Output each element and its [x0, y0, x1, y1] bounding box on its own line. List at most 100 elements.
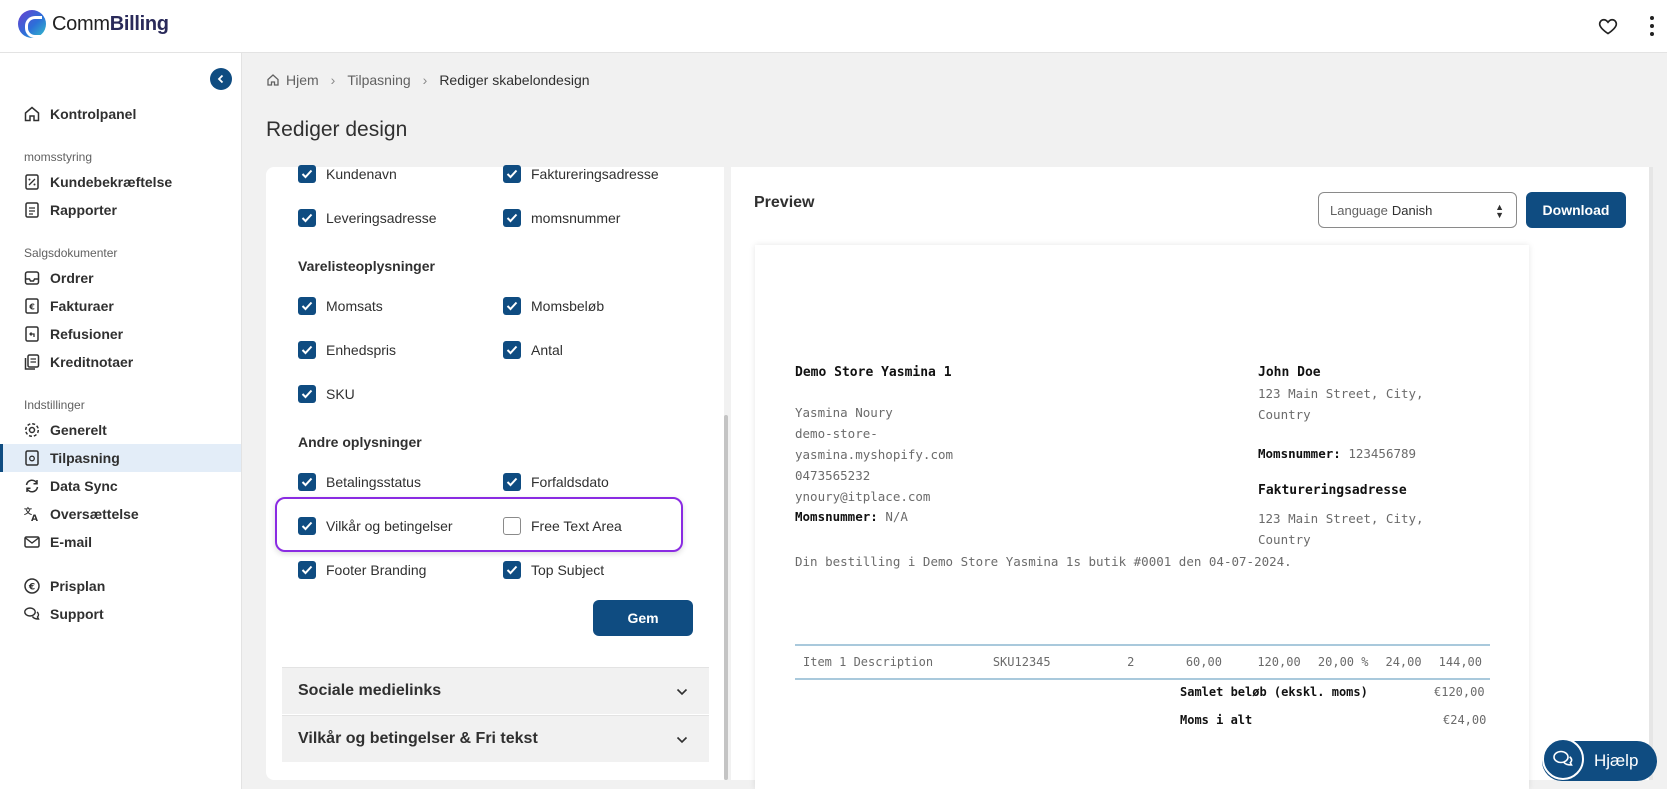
checkbox-quantity[interactable]: Antal [503, 341, 563, 359]
home-icon [23, 105, 41, 123]
checkbox-top-subject[interactable]: Top Subject [503, 561, 604, 579]
app-logo[interactable]: CommBilling [18, 10, 169, 38]
breadcrumb-current: Rediger skabelondesign [439, 72, 590, 88]
sidebar-item-translate[interactable]: 文A Oversættelse [0, 500, 241, 528]
sidebar-item-pricing[interactable]: € Prisplan [0, 572, 241, 600]
save-button[interactable]: Gem [593, 600, 693, 636]
checkbox-checked-icon [503, 561, 521, 579]
sidebar-item-label: Prisplan [50, 578, 106, 594]
gear-icon [23, 421, 41, 439]
customer-address-line1: 123 Main Street, City, [1258, 386, 1424, 401]
checkbox-checked-icon [298, 341, 316, 359]
euro-circle-icon: € [23, 577, 41, 595]
chevron-left-icon [217, 74, 224, 84]
total-excl-value: €120,00 [1434, 685, 1485, 699]
sidebar-item-credit-notes[interactable]: Kreditnotaer [0, 348, 241, 376]
accordion-social-links[interactable]: Sociale medielinks [282, 667, 709, 714]
checkbox-customer-name[interactable]: Kundenavn [298, 165, 397, 183]
sidebar-item-invoices[interactable]: € Fakturaer [0, 292, 241, 320]
percent-document-icon [23, 173, 41, 191]
sidebar-item-orders[interactable]: Ordrer [0, 264, 241, 292]
sidebar: Kontrolpanel momsstyring Kundebekræftels… [0, 53, 242, 789]
logo-text: CommBilling [52, 12, 169, 35]
customer-name: John Doe [1258, 365, 1321, 380]
item-tax-rate: 20,00 % [1309, 644, 1377, 680]
translate-icon: 文A [23, 505, 41, 523]
breadcrumb-customization-link[interactable]: Tilpasning [347, 72, 410, 88]
checkbox-due-date[interactable]: Forfaldsdato [503, 473, 609, 491]
sidebar-item-support[interactable]: Support [0, 600, 241, 628]
refund-icon [23, 325, 41, 343]
checkbox-tax-rate[interactable]: Momsats [298, 297, 383, 315]
sidebar-item-label: Tilpasning [50, 450, 120, 466]
checkbox-terms[interactable]: Vilkår og betingelser [298, 517, 453, 535]
collapse-sidebar-button[interactable] [210, 68, 232, 90]
language-select[interactable]: Language Danish ▲ ▼ [1318, 192, 1517, 228]
sidebar-item-general[interactable]: Generelt [0, 416, 241, 444]
store-domain-2: yasmina.myshopify.com [795, 447, 954, 462]
sidebar-item-refunds[interactable]: Refusioner [0, 320, 241, 348]
checkbox-checked-icon [298, 165, 316, 183]
sidebar-item-email[interactable]: E-mail [0, 528, 241, 556]
preview-scrollbar[interactable] [1649, 167, 1653, 780]
checkbox-checked-icon [503, 209, 521, 227]
billing-address-line2: Country [1258, 532, 1311, 547]
checkbox-free-text-area[interactable]: Free Text Area [503, 517, 622, 535]
checkbox-unit-price[interactable]: Enhedspris [298, 341, 396, 359]
sidebar-section-settings: Indstillinger [24, 398, 85, 412]
language-label: Language [1330, 202, 1388, 218]
sidebar-item-customization[interactable]: Tilpasning [0, 444, 241, 472]
checkbox-tax-amount[interactable]: Momsbeløb [503, 297, 604, 315]
vat-total-label: Moms i alt [1180, 713, 1253, 727]
sidebar-item-dashboard[interactable]: Kontrolpanel [0, 100, 241, 128]
sidebar-item-reports[interactable]: Rapporter [0, 196, 241, 224]
store-name: Demo Store Yasmina 1 [795, 365, 952, 380]
top-bar: CommBilling [0, 0, 1667, 53]
checkbox-unchecked-icon [503, 517, 521, 535]
svg-text:€: € [28, 583, 35, 593]
heart-icon[interactable] [1598, 16, 1618, 36]
checkbox-vat-number[interactable]: momsnummer [503, 209, 620, 227]
sidebar-item-customer-confirmation[interactable]: Kundebekræftelse [0, 168, 241, 196]
sidebar-item-label: Fakturaer [50, 298, 114, 314]
chat-bubbles-icon [23, 605, 41, 623]
paint-document-icon [23, 449, 41, 467]
store-email: ynoury@itplace.com [795, 489, 931, 504]
sidebar-item-label: Kundebekræftelse [50, 174, 173, 190]
checkbox-footer-branding[interactable]: Footer Branding [298, 561, 426, 579]
customer-address-line2: Country [1258, 407, 1311, 422]
checkbox-billing-address[interactable]: Faktureringsadresse [503, 165, 659, 183]
more-menu-icon[interactable] [1648, 14, 1656, 38]
sidebar-item-label: Rapporter [50, 202, 117, 218]
sidebar-item-data-sync[interactable]: Data Sync [0, 472, 241, 500]
item-total: 144,00 [1430, 644, 1490, 680]
store-contact-name: Yasmina Noury [795, 405, 893, 420]
checkbox-checked-icon [503, 165, 521, 183]
checkbox-payment-status[interactable]: Betalingsstatus [298, 473, 421, 491]
checkbox-checked-icon [298, 561, 316, 579]
sidebar-item-label: Support [50, 606, 104, 622]
svg-text:€: € [28, 303, 35, 312]
accordion-terms-free-text[interactable]: Vilkår og betingelser & Fri tekst [282, 715, 709, 762]
breadcrumb: Hjem › Tilpasning › Rediger skabelondesi… [266, 72, 590, 88]
chevron-right-icon: › [422, 72, 428, 88]
sidebar-section-sales: Salgsdokumenter [24, 246, 118, 260]
store-phone: 0473565232 [795, 468, 871, 483]
checkbox-shipping-address[interactable]: Leveringsadresse [298, 209, 437, 227]
options-scrollbar[interactable] [724, 167, 728, 780]
sidebar-item-label: Refusioner [50, 326, 124, 342]
order-intro-text: Din bestilling i Demo Store Yasmina 1s b… [795, 554, 1292, 569]
download-button[interactable]: Download [1526, 192, 1626, 228]
sync-icon [23, 477, 41, 495]
checkbox-checked-icon [298, 209, 316, 227]
checkbox-sku[interactable]: SKU [298, 385, 355, 403]
item-tax: 24,00 [1376, 644, 1431, 680]
item-subtotal: 120,00 [1230, 644, 1310, 680]
billing-address-heading: Faktureringsadresse [1258, 483, 1407, 498]
breadcrumb-home-link[interactable]: Hjem [286, 72, 319, 88]
chat-icon[interactable] [1542, 738, 1584, 780]
envelope-icon [23, 533, 41, 551]
vat-total-value: €24,00 [1443, 713, 1487, 727]
sidebar-item-label: Generelt [50, 422, 107, 438]
sidebar-item-label: E-mail [50, 534, 93, 550]
